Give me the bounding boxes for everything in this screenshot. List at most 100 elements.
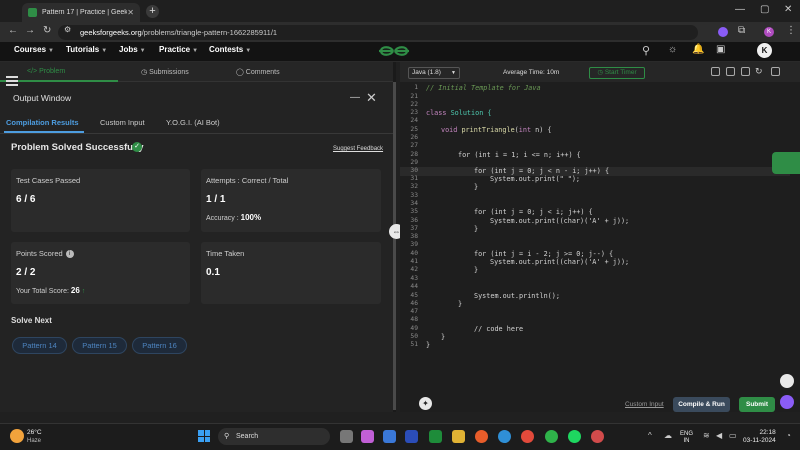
tab-submissions[interactable]: ◷ Submissions [141,68,189,76]
submit-button[interactable]: Submit [739,397,775,412]
task-view-icon[interactable] [340,430,353,443]
app-icon[interactable] [383,430,396,443]
copy-icon[interactable] [711,67,720,76]
browser-menu-icon[interactable]: ⋮ [786,25,796,36]
tab-comments[interactable]: ◯ Comments [236,68,280,76]
line-number: 49 [410,325,418,332]
taskbar-search[interactable]: ⚲ Search [218,428,330,445]
test-cases-card: Test Cases Passed 6 / 6 [11,169,190,232]
profile-avatar-icon[interactable]: K [764,27,774,37]
battery-icon[interactable]: ▭ [729,431,737,440]
line-number: 45 [410,292,418,299]
fullscreen-icon[interactable] [771,67,780,76]
forward-icon[interactable]: → [25,25,35,36]
line-number: 32 [410,183,418,190]
code-line: System.out.print(" "); [490,175,581,183]
minimize-output-icon[interactable]: — [350,92,360,103]
gfg-logo-icon[interactable] [377,43,411,59]
edge-icon[interactable] [498,430,511,443]
format-icon[interactable] [726,67,735,76]
nav-jobs[interactable]: Jobs ▼ [119,45,146,54]
tab-compilation-results[interactable]: Compilation Results [6,118,79,127]
left-panel [0,62,393,412]
notification-bell-icon[interactable]: 🔔 [692,44,704,55]
code-line: class Solution { [426,109,492,117]
custom-input-link[interactable]: Custom Input [625,401,664,408]
app-icon[interactable] [591,430,604,443]
user-avatar[interactable]: K [757,43,772,58]
language-select[interactable]: Java (1.8) ▼ [408,67,460,79]
window-close-icon[interactable]: ✕ [784,4,792,15]
site-info-icon[interactable]: ⚙ [64,25,71,34]
average-time: Average Time: 10m [503,69,560,76]
code-line: // code here [474,325,524,333]
extensions-puzzle-icon[interactable]: ⧉ [738,25,745,36]
nav-tutorials[interactable]: Tutorials ▼ [66,45,107,54]
ai-assistant-icon[interactable] [780,395,794,409]
new-tab-button[interactable]: + [146,5,159,18]
system-clock[interactable]: 22:18 03-11-2024 [743,429,776,445]
wifi-icon[interactable]: ≋ [703,431,710,440]
notifications-icon[interactable]: ◔ [786,431,791,440]
chrome-icon[interactable] [521,430,534,443]
reload-icon[interactable]: ↻ [43,25,51,36]
close-tab-icon[interactable]: ✕ [127,8,134,17]
copilot-icon[interactable] [361,430,374,443]
browser-tab[interactable]: Pattern 17 | Practice | GeeksforG ✕ [22,3,140,22]
settings-icon[interactable] [741,67,750,76]
suggest-feedback-link[interactable]: Suggest Feedback [333,146,383,152]
hamburger-menu-icon[interactable] [6,76,18,86]
windows-start-icon[interactable] [198,430,210,442]
cloud-icon[interactable]: ☁ [664,431,672,440]
tab-problem[interactable]: </> Problem [27,68,65,75]
reset-icon[interactable]: ↻ [755,66,763,77]
whatsapp-icon[interactable] [545,430,558,443]
line-number: 43 [410,275,418,282]
start-timer-button[interactable]: ◷ Start Timer [589,67,645,79]
chevron-down-icon: ▼ [192,48,199,54]
compile-run-button[interactable]: Compile & Run [673,397,730,412]
window-minimize-icon[interactable]: — [735,4,745,15]
volume-icon[interactable]: ◀ [716,431,722,440]
close-output-icon[interactable]: ✕ [366,90,377,106]
line-number: 27 [410,142,418,149]
solve-next-pattern-14[interactable]: Pattern 14 [12,337,67,354]
weather-icon[interactable] [10,429,24,443]
line-number: 34 [410,200,418,207]
window-maximize-icon[interactable]: ▢ [760,4,769,15]
test-cases-value: 6 / 6 [16,194,36,205]
firefox-icon[interactable] [475,430,488,443]
test-cases-label: Test Cases Passed [16,176,81,185]
address-bar[interactable]: geeksforgeeks.org/problems/triangle-patt… [58,25,698,40]
language-indicator[interactable]: ENG IN [680,431,693,445]
info-icon[interactable]: i [65,250,74,258]
solve-next-pattern-16[interactable]: Pattern 16 [132,337,187,354]
line-number: 28 [410,151,418,158]
accuracy: Accuracy : 100% [206,213,262,222]
chevron-down-icon: ▼ [48,48,54,54]
file-explorer-icon[interactable] [452,430,465,443]
app-icon[interactable] [405,430,418,443]
chat-icon[interactable] [772,152,800,174]
nav-practice[interactable]: Practice ▼ [159,45,198,54]
nav-contests[interactable]: Contests ▼ [209,45,251,54]
back-icon[interactable]: ← [8,25,18,36]
tab-yogi-ai-bot[interactable]: Y.O.G.I. (AI Bot) [166,118,220,127]
extension-icon[interactable] [718,27,728,37]
lightbulb-icon[interactable]: ✦ [419,397,432,410]
output-scrollbar[interactable] [393,82,396,410]
line-number: 42 [410,266,418,273]
code-line: } [474,225,479,233]
help-icon[interactable] [780,374,794,388]
solve-next-pattern-15[interactable]: Pattern 15 [72,337,127,354]
tab-custom-input[interactable]: Custom Input [100,118,145,127]
theme-toggle-icon[interactable]: ☼ [668,44,677,55]
line-number: 35 [410,208,418,215]
spotify-icon[interactable] [568,430,581,443]
search-icon[interactable]: ⚲ [642,44,650,57]
total-score-value: 26 [70,286,80,295]
xbox-icon[interactable] [429,430,442,443]
chevron-up-icon[interactable]: ^ [648,431,652,440]
nav-courses[interactable]: Courses ▼ [14,45,54,54]
certificate-icon[interactable]: ▣ [716,44,725,55]
